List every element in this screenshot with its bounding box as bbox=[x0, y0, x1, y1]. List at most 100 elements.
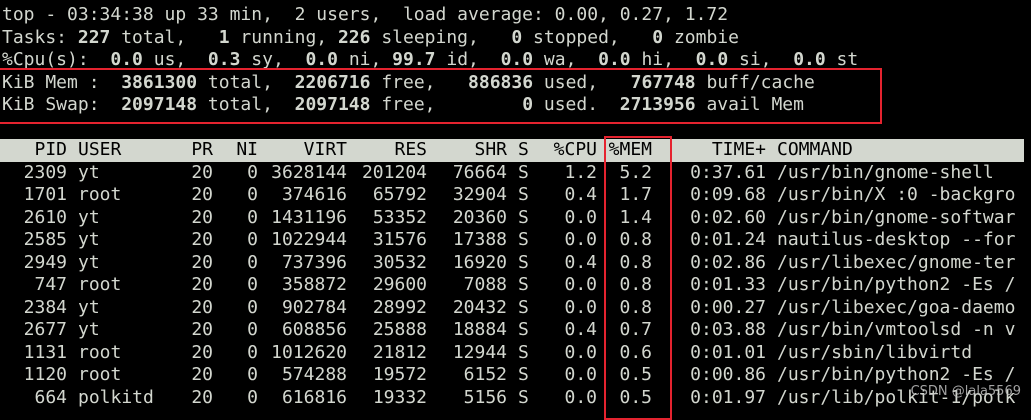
cell-s: S bbox=[518, 274, 529, 295]
mem-line: KiB Mem : 3861300 total, 2206716 free, 8… bbox=[2, 72, 815, 95]
cell-shr: 32904 bbox=[452, 184, 507, 205]
tasks-sleeping: 226 bbox=[337, 26, 371, 48]
process-row[interactable]: 2610 yt 20 0 1431196 53352 20360 S 0.0 1.4 0:02.60… bbox=[0, 207, 1031, 230]
cell-command: /usr/libexec/gnome-ter bbox=[777, 251, 1016, 273]
cell-cpu: 0.0 bbox=[564, 364, 597, 385]
cell-cpu: 0.4 bbox=[564, 251, 597, 273]
cell-pid: 1701 bbox=[23, 184, 67, 205]
uptime-line: top - 03:34:38 up 33 min, 2 users, load … bbox=[2, 4, 728, 27]
cell-user: polkitd bbox=[78, 386, 154, 408]
cell-virt: 374616 bbox=[281, 184, 347, 205]
cell-cpu: 0.4 bbox=[564, 319, 597, 340]
cell-time: 0:09.68 bbox=[690, 184, 766, 205]
column-pid[interactable]: PID bbox=[0, 139, 67, 162]
cell-mem: 0.6 bbox=[619, 341, 652, 363]
cell-pr: 20 bbox=[191, 341, 213, 363]
cell-pr: 20 bbox=[191, 251, 213, 273]
top-terminal[interactable]: top - 03:34:38 up 33 min, 2 users, load … bbox=[0, 4, 1031, 420]
cell-user: yt bbox=[78, 296, 100, 318]
column-cpu[interactable]: %CPU bbox=[530, 139, 597, 162]
tasks-zombie: 0 bbox=[652, 26, 664, 48]
cell-shr: 12944 bbox=[452, 341, 507, 363]
cell-virt: 737396 bbox=[281, 251, 347, 273]
cell-shr: 6152 bbox=[463, 364, 507, 385]
cell-command: /usr/bin/gnome-softwar bbox=[777, 206, 1016, 228]
cell-mem: 0.5 bbox=[619, 386, 652, 408]
process-row[interactable]: 747 root 20 0 358872 29600 7088 S 0.0 0.8 0:01.33 /… bbox=[0, 274, 1031, 297]
cpu-sy: 0.3 bbox=[207, 49, 241, 70]
column-mem[interactable]: %MEM bbox=[597, 139, 652, 162]
column-user[interactable]: USER bbox=[78, 139, 121, 162]
column-virt[interactable]: VIRT bbox=[258, 139, 347, 162]
watermark: CSDN @lala5569 bbox=[910, 383, 1021, 399]
column-pr[interactable]: PR bbox=[160, 139, 213, 162]
cell-virt: 902784 bbox=[281, 296, 347, 318]
cell-mem: 0.8 bbox=[619, 251, 652, 273]
mem-total: 3861300 bbox=[121, 71, 198, 93]
cell-pid: 664 bbox=[34, 386, 67, 408]
cell-virt: 1431196 bbox=[271, 206, 347, 228]
swap-free: 2097148 bbox=[294, 94, 371, 115]
cell-command: /usr/bin/python2 -Es / bbox=[777, 274, 1016, 295]
swap-total-label: total, bbox=[197, 94, 295, 115]
tasks-zombie-label: zombie bbox=[663, 26, 739, 48]
cell-time: 0:00.27 bbox=[690, 296, 766, 318]
process-row[interactable]: 2384 yt 20 0 902784 28992 20432 S 0.0 0.8 0:00.27 /… bbox=[0, 297, 1031, 320]
process-row[interactable]: 2677 yt 20 0 608856 25888 18884 S 0.4 0.7 0:03.88 /… bbox=[0, 319, 1031, 342]
cell-res: 31576 bbox=[372, 229, 427, 250]
cell-ni: 0 bbox=[247, 296, 258, 318]
cell-cpu: 0.0 bbox=[564, 341, 597, 363]
cell-s: S bbox=[518, 184, 529, 205]
cpu-si-label: si, bbox=[728, 49, 794, 70]
tasks-total: 227 bbox=[77, 26, 111, 48]
cell-mem: 0.8 bbox=[619, 229, 652, 250]
cpu-id: 99.7 bbox=[392, 49, 436, 70]
cell-user: yt bbox=[78, 319, 100, 340]
cell-virt: 608856 bbox=[281, 319, 347, 340]
cell-s: S bbox=[518, 341, 529, 363]
column-s[interactable]: S bbox=[518, 139, 529, 162]
cell-pr: 20 bbox=[191, 296, 213, 318]
column-shr[interactable]: SHR bbox=[427, 139, 507, 162]
cell-pr: 20 bbox=[191, 229, 213, 250]
cpu-si: 0.0 bbox=[695, 49, 729, 70]
cell-pid: 1131 bbox=[23, 341, 67, 363]
cell-s: S bbox=[518, 319, 529, 340]
process-row[interactable]: 1120 root 20 0 574288 19572 6152 S 0.0 0.5 0:00.86… bbox=[0, 364, 1031, 387]
mem-free: 2206716 bbox=[294, 71, 371, 93]
cell-res: 53352 bbox=[372, 206, 427, 228]
cpu-st-label: st bbox=[825, 49, 859, 70]
process-row[interactable]: 2585 yt 20 0 1022944 31576 17388 S 0.0 0.8 0:01.24… bbox=[0, 229, 1031, 252]
process-row[interactable]: 664 polkitd 20 0 616816 19332 5156 S 0.0 0.5 0:01.… bbox=[0, 387, 1031, 410]
process-row[interactable]: 2949 yt 20 0 737396 30532 16920 S 0.4 0.8 0:02.86 /… bbox=[0, 252, 1031, 275]
cell-res: 65792 bbox=[372, 184, 427, 205]
cpu-us-label: us, bbox=[142, 49, 208, 70]
cell-shr: 17388 bbox=[452, 229, 507, 250]
cell-res: 28992 bbox=[372, 296, 427, 318]
column-res[interactable]: RES bbox=[347, 139, 427, 162]
cell-cpu: 0.0 bbox=[564, 229, 597, 250]
mem-buff-label: buff/cache bbox=[695, 71, 815, 93]
mem-used-label: used, bbox=[533, 71, 631, 93]
column-command[interactable]: COMMAND bbox=[777, 139, 853, 162]
cell-pr: 20 bbox=[191, 274, 213, 295]
process-row[interactable]: 1131 root 20 0 1012620 21812 12944 S 0.0 0.6 0:01.… bbox=[0, 342, 1031, 365]
cell-ni: 0 bbox=[247, 274, 258, 295]
cell-ni: 0 bbox=[247, 184, 258, 205]
cell-virt: 1022944 bbox=[271, 229, 347, 250]
cell-mem: 1.7 bbox=[619, 184, 652, 205]
cell-virt: 358872 bbox=[281, 274, 347, 295]
column-ni[interactable]: NI bbox=[213, 139, 258, 162]
cell-user: root bbox=[78, 274, 122, 295]
cell-virt: 3628144 bbox=[271, 161, 347, 183]
mem-buff-cache: 767748 bbox=[630, 71, 696, 93]
swap-avail-label: avail Mem bbox=[695, 94, 804, 115]
process-table-header: PID USER PR NI VIRT RES SHR S %CPU %MEM … bbox=[0, 139, 1024, 162]
column-time[interactable]: TIME+ bbox=[660, 139, 766, 162]
cell-res: 30532 bbox=[372, 251, 427, 273]
cpu-wa-label: wa, bbox=[533, 49, 599, 70]
swap-label: KiB Swap: bbox=[2, 94, 122, 115]
process-row[interactable]: 1701 root 20 0 374616 65792 32904 S 0.4 1.7 0:09.6… bbox=[0, 184, 1031, 207]
process-row[interactable]: 2309 yt 20 0 3628144 201204 76664 S 1.2 5.2 0:37.6… bbox=[0, 162, 1031, 185]
mem-total-label: total, bbox=[197, 71, 295, 93]
